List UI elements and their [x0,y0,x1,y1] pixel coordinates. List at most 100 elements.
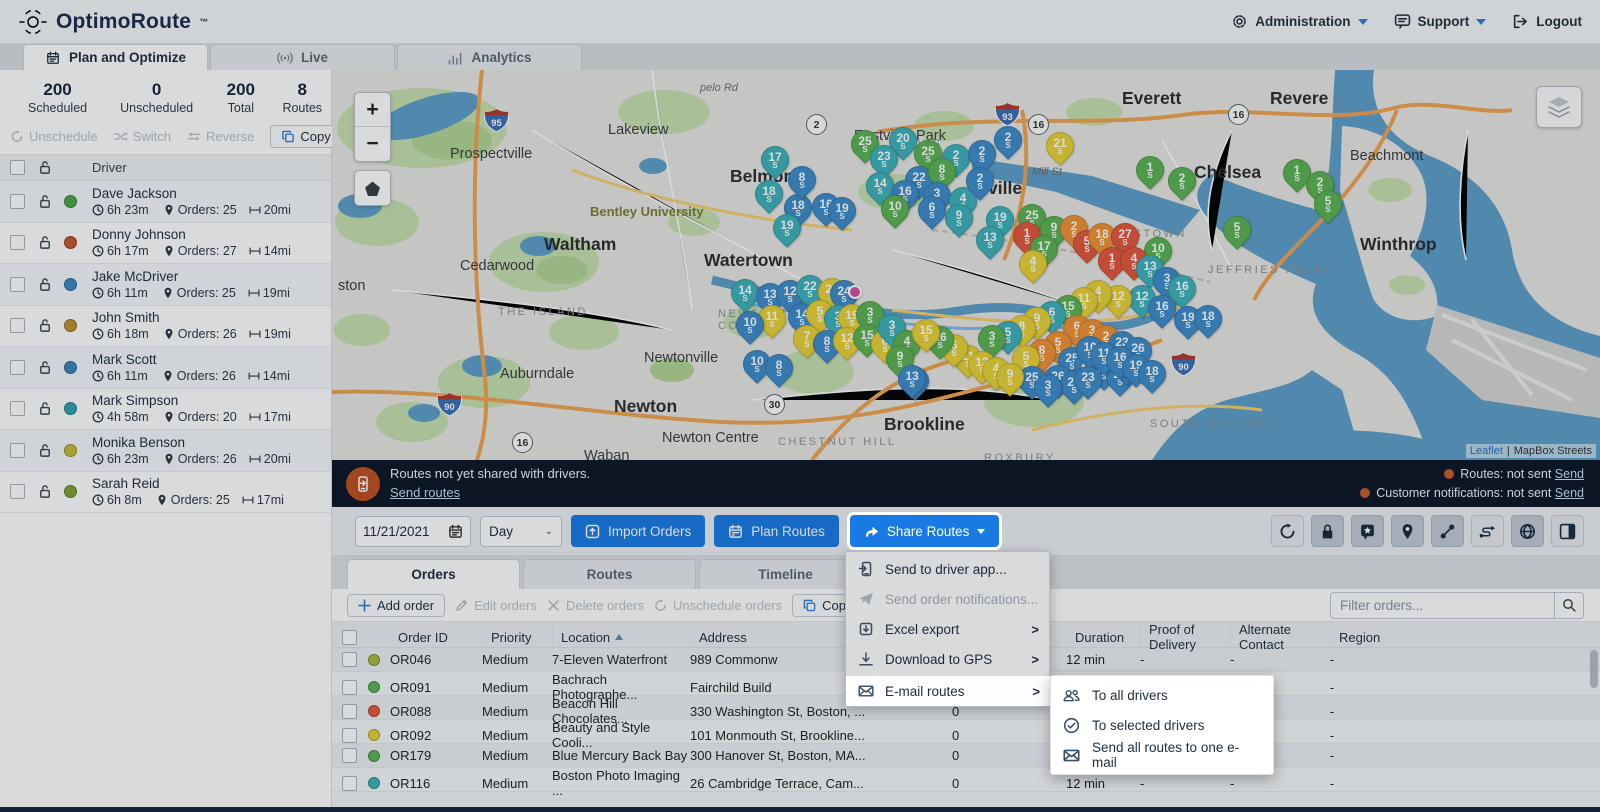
map-pin[interactable]: 13S [892,359,932,399]
map-pin[interactable]: 5S [1217,210,1257,250]
driver-row[interactable]: Mark Simpson4h 58mOrders: 2017mi [0,389,331,431]
driver-checkbox[interactable] [10,194,25,209]
table-scrollbar[interactable] [1590,650,1598,810]
map-pin[interactable]: 15S [906,313,946,353]
map-pin[interactable]: 16S [1142,289,1182,329]
menu-item-excel-export[interactable]: Excel export> [846,614,1049,644]
header-item-support[interactable]: Support [1394,13,1487,30]
map-pin[interactable]: 4S [1013,244,1053,284]
driver-row[interactable]: Sarah Reid6h 8mOrders: 2517mi [0,472,331,514]
driver-checkbox[interactable] [10,235,25,250]
polygon-select-button[interactable] [354,170,391,206]
map-pin[interactable]: 8S [759,348,799,388]
order-checkbox[interactable] [342,652,357,667]
driver-checkbox[interactable] [10,360,25,375]
map-pin[interactable]: 18S [1188,299,1228,339]
import-orders-button[interactable]: Import Orders [571,515,705,547]
filter-orders-input[interactable] [1330,592,1555,619]
map-pin[interactable]: 2S [1162,161,1202,201]
pin-star-button[interactable] [1351,515,1384,547]
submenu-item-to-all-drivers[interactable]: To all drivers [1051,680,1273,710]
tab-plan-and-optimize[interactable]: Plan and Optimize [23,44,208,70]
map-pin[interactable]: 9S [939,198,979,238]
date-picker[interactable] [355,516,471,547]
menu-item-download-to-gps[interactable]: Download to GPS> [846,644,1049,674]
pin-button[interactable] [1391,515,1424,547]
plan-routes-button[interactable]: Plan Routes [714,515,839,547]
map-pin[interactable]: 21S [1040,126,1080,166]
submenu-item-to-selected-drivers[interactable]: To selected drivers [1051,710,1273,740]
orders-tab-orders[interactable]: Orders [347,559,520,589]
route-path-button[interactable] [1471,515,1504,547]
driver-checkbox[interactable] [10,484,25,499]
map-pin[interactable]: 3S [1028,368,1068,408]
order-row[interactable]: OR179MediumBlue Mercury Back Bay300 Hano… [332,744,1600,768]
map-pin[interactable]: 1S [1130,150,1170,190]
map-pin[interactable]: 13S [970,220,1010,260]
leaflet-link[interactable]: Leaflet [1470,445,1503,457]
submenu-item-send-all-routes-to-one-e-mail[interactable]: Send all routes to one e-mail [1051,740,1273,770]
panel-button[interactable] [1551,515,1584,547]
add-order-button[interactable]: Add order [347,594,445,617]
period-select[interactable]: Day ⌄ [480,516,562,547]
column-header[interactable]: Alternate Contact [1230,622,1330,652]
globe-button[interactable] [1511,515,1544,547]
map-pin[interactable]: 23S [1068,360,1108,400]
map[interactable]: pelo RdLakeviewEastview ParkProspectvill… [332,70,1600,460]
tab-live[interactable]: Live [210,44,395,70]
header-item-logout[interactable]: Logout [1512,13,1582,30]
menu-item-email-routes[interactable]: E-mail routes> [846,676,1050,706]
column-header[interactable]: Location [552,622,690,652]
zoom-out-button[interactable]: − [355,127,390,161]
refresh-button[interactable] [1271,515,1304,547]
driver-row[interactable]: Dave Jackson6h 23mOrders: 2520mi [0,181,331,223]
column-header[interactable]: Proof of Delivery [1140,622,1230,652]
map-pin[interactable]: 8S [782,160,822,200]
map-pin[interactable]: 2S [988,120,1028,160]
tab-analytics[interactable]: Analytics [397,44,582,70]
map-pin[interactable]: 19S [767,208,807,248]
map-pin[interactable]: 2S [960,161,1000,201]
header-item-administration[interactable]: Administration [1231,13,1367,30]
driver-checkbox[interactable] [10,401,25,416]
driver-checkbox[interactable] [10,443,25,458]
order-checkbox[interactable] [342,776,357,791]
driver-row[interactable]: Donny Johnson6h 17mOrders: 2714mi [0,223,331,265]
order-checkbox[interactable] [342,704,357,719]
map-pin[interactable]: 10S [875,189,915,229]
column-header[interactable]: Priority [482,622,552,652]
send-routes-link[interactable]: Send routes [390,485,460,500]
filter-search-button[interactable] [1555,592,1584,619]
share-routes-button[interactable]: Share Routes [850,515,1000,547]
route-stops-button[interactable] [1431,515,1464,547]
driver-row[interactable]: Monika Benson6h 23mOrders: 2620mi [0,430,331,472]
calendar-icon[interactable] [448,524,463,539]
send-link[interactable]: Send [1555,467,1584,481]
map-layers-button[interactable] [1536,86,1582,128]
column-header[interactable]: Duration [1066,622,1140,652]
map-depot-marker[interactable] [848,285,862,299]
map-pin[interactable]: 18S [1132,354,1172,394]
map-pin[interactable]: 5S [1308,184,1348,224]
map-pin[interactable]: 10S [730,305,770,345]
map-pin[interactable]: 19S [822,191,862,231]
driver-row[interactable]: John Smith6h 18mOrders: 2619mi [0,306,331,348]
order-checkbox[interactable] [342,680,357,695]
send-link[interactable]: Send [1555,486,1584,500]
orders-tab-routes[interactable]: Routes [523,559,696,589]
driver-checkbox[interactable] [10,277,25,292]
column-header[interactable]: Order ID [390,622,482,652]
select-all-drivers-checkbox[interactable] [10,160,25,175]
lock-button[interactable] [1311,515,1344,547]
driver-row[interactable]: Mark Scott6h 11mOrders: 2614mi [0,347,331,389]
order-row[interactable]: OR116MediumBoston Photo Imaging ...26 Ca… [332,768,1600,792]
map-pin[interactable]: 9S [990,357,1030,397]
select-all-orders-checkbox[interactable] [342,630,357,645]
driver-row[interactable]: Jake McDriver6h 11mOrders: 2519mi [0,264,331,306]
order-checkbox[interactable] [342,748,357,763]
order-row[interactable]: OR092MediumBeauty and Style Cooli...101 … [332,720,1600,744]
menu-item-send-to-driver-app[interactable]: Send to driver app... [846,554,1049,584]
zoom-in-button[interactable]: + [355,93,390,127]
date-input[interactable] [363,524,443,539]
driver-checkbox[interactable] [10,318,25,333]
